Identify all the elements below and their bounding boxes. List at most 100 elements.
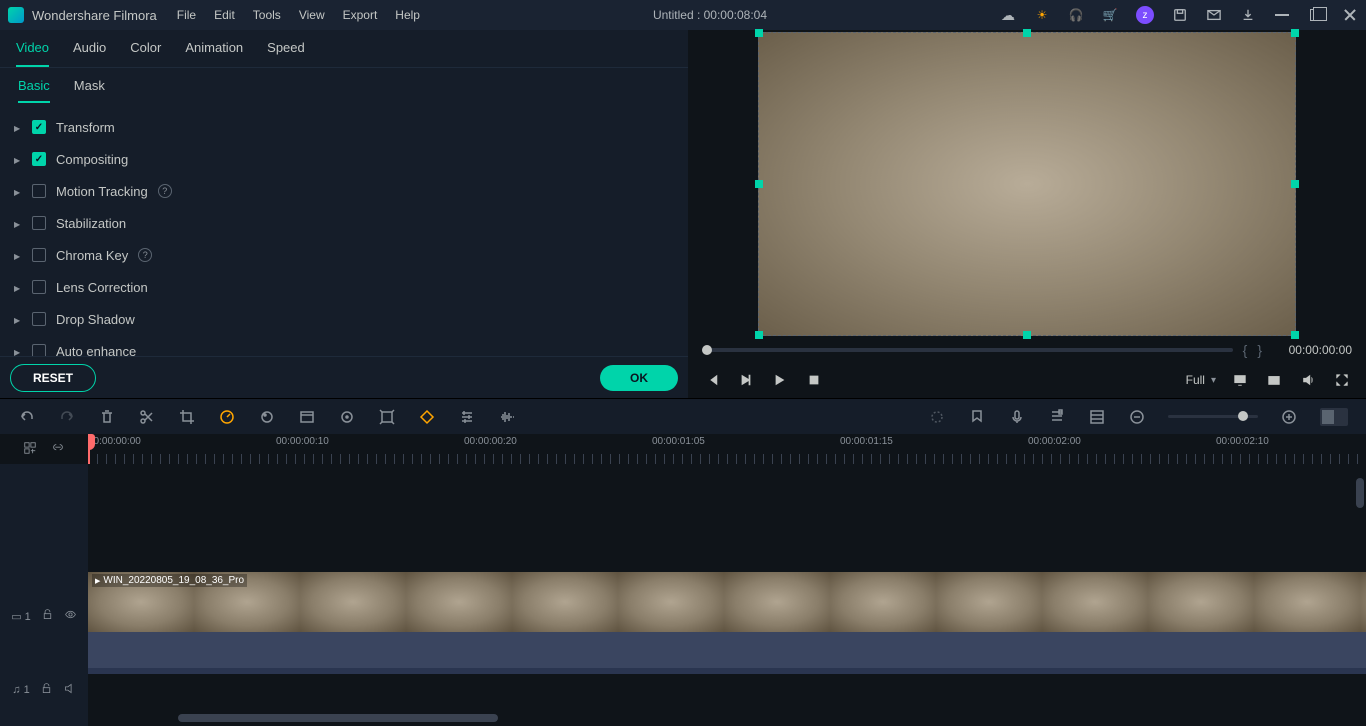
track-manage-icon[interactable] [1088, 408, 1106, 426]
prop-checkbox[interactable] [32, 248, 46, 262]
timeline-ruler[interactable]: 00:00:00:0000:00:00:1000:00:00:2000:00:0… [88, 434, 1366, 464]
handle-bl[interactable] [755, 331, 763, 339]
menu-view[interactable]: View [299, 8, 325, 22]
menu-edit[interactable]: Edit [214, 8, 235, 22]
mail-icon[interactable] [1206, 7, 1222, 23]
cart-icon[interactable] [1102, 7, 1118, 23]
help-icon[interactable]: ? [158, 184, 172, 198]
undo-icon[interactable] [18, 408, 36, 426]
timeline-vscroll[interactable] [1356, 478, 1364, 508]
speed-icon[interactable] [218, 408, 236, 426]
keyframe-icon[interactable] [418, 408, 436, 426]
expand-caret[interactable] [14, 344, 22, 356]
green-screen-icon[interactable] [298, 408, 316, 426]
zoom-thumb[interactable] [1238, 411, 1248, 421]
play-pause-icon[interactable] [736, 370, 756, 390]
menu-export[interactable]: Export [343, 8, 378, 22]
audio-strip[interactable] [88, 632, 1366, 668]
color-icon[interactable] [258, 408, 276, 426]
display-icon[interactable] [1230, 370, 1250, 390]
split-icon[interactable] [138, 408, 156, 426]
handle-tr[interactable] [1291, 29, 1299, 37]
save-icon[interactable] [1172, 7, 1188, 23]
prop-checkbox[interactable] [32, 120, 46, 134]
tab-video[interactable]: Video [16, 40, 49, 67]
tab-speed[interactable]: Speed [267, 40, 305, 67]
handle-tl[interactable] [755, 29, 763, 37]
adjust-icon[interactable] [458, 408, 476, 426]
minimize-button[interactable] [1274, 7, 1290, 23]
prev-frame-icon[interactable] [702, 370, 722, 390]
expand-caret[interactable] [14, 248, 22, 262]
fullscreen-icon[interactable] [1332, 370, 1352, 390]
expand-caret[interactable] [14, 120, 22, 134]
download-icon[interactable] [1240, 7, 1256, 23]
help-icon[interactable]: ? [138, 248, 152, 262]
expand-caret[interactable] [14, 312, 22, 326]
link-icon[interactable] [51, 441, 65, 458]
mixer-icon[interactable] [1048, 408, 1066, 426]
timeline-view-toggle[interactable] [1320, 408, 1348, 426]
prop-checkbox[interactable] [32, 280, 46, 294]
zoom-slider[interactable] [1168, 415, 1258, 418]
handle-ml[interactable] [755, 180, 763, 188]
timeline-hscroll[interactable] [178, 714, 498, 722]
play-icon[interactable] [770, 370, 790, 390]
subtab-basic[interactable]: Basic [18, 78, 50, 103]
handle-tm[interactable] [1023, 29, 1031, 37]
subtab-mask[interactable]: Mask [74, 78, 105, 103]
cloud-icon[interactable] [1000, 7, 1016, 23]
handle-bm[interactable] [1023, 331, 1031, 339]
prop-checkbox[interactable] [32, 344, 46, 356]
preview-canvas[interactable] [694, 30, 1360, 338]
expand-caret[interactable] [14, 152, 22, 166]
close-button[interactable] [1342, 7, 1358, 23]
lock-icon[interactable] [40, 682, 53, 698]
eye-icon[interactable] [64, 608, 77, 624]
marker-icon[interactable] [968, 408, 986, 426]
delete-icon[interactable] [98, 408, 116, 426]
prop-checkbox[interactable] [32, 184, 46, 198]
stop-icon[interactable] [804, 370, 824, 390]
maximize-button[interactable] [1308, 7, 1324, 23]
support-icon[interactable] [1068, 7, 1084, 23]
detect-icon[interactable] [378, 408, 396, 426]
scrub-thumb[interactable] [702, 345, 712, 355]
render-icon[interactable] [928, 408, 946, 426]
tab-color[interactable]: Color [130, 40, 161, 67]
video-clip[interactable]: WIN_20220805_19_08_36_Pro [88, 572, 1366, 632]
menu-file[interactable]: File [177, 8, 196, 22]
scrub-track[interactable] [702, 348, 1233, 352]
prop-checkbox[interactable] [32, 152, 46, 166]
playhead[interactable] [88, 434, 90, 464]
expand-caret[interactable] [14, 280, 22, 294]
tab-audio[interactable]: Audio [73, 40, 106, 67]
mark-out-icon[interactable]: } [1257, 342, 1262, 358]
speaker-icon[interactable] [63, 682, 76, 698]
menu-help[interactable]: Help [395, 8, 420, 22]
prop-checkbox[interactable] [32, 216, 46, 230]
quality-select[interactable]: Full [1186, 373, 1216, 387]
record-icon[interactable] [1008, 408, 1026, 426]
handle-br[interactable] [1291, 331, 1299, 339]
ok-button[interactable]: OK [600, 365, 678, 391]
reset-button[interactable]: RESET [10, 364, 96, 392]
zoom-out-icon[interactable] [1128, 408, 1146, 426]
expand-caret[interactable] [14, 184, 22, 198]
add-track-icon[interactable] [23, 441, 37, 458]
motion-icon[interactable] [338, 408, 356, 426]
redo-icon[interactable] [58, 408, 76, 426]
lock-icon[interactable] [41, 608, 54, 624]
tab-animation[interactable]: Animation [185, 40, 243, 67]
menu-tools[interactable]: Tools [253, 8, 281, 22]
mark-in-icon[interactable]: { [1243, 342, 1248, 358]
volume-icon[interactable] [1298, 370, 1318, 390]
snapshot-icon[interactable] [1264, 370, 1284, 390]
track-area[interactable]: WIN_20220805_19_08_36_Pro [88, 464, 1366, 726]
audio-wave-icon[interactable] [498, 408, 516, 426]
crop-icon[interactable] [178, 408, 196, 426]
zoom-in-icon[interactable] [1280, 408, 1298, 426]
canvas-selection[interactable] [758, 32, 1296, 336]
handle-mr[interactable] [1291, 180, 1299, 188]
avatar[interactable]: z [1136, 6, 1154, 24]
